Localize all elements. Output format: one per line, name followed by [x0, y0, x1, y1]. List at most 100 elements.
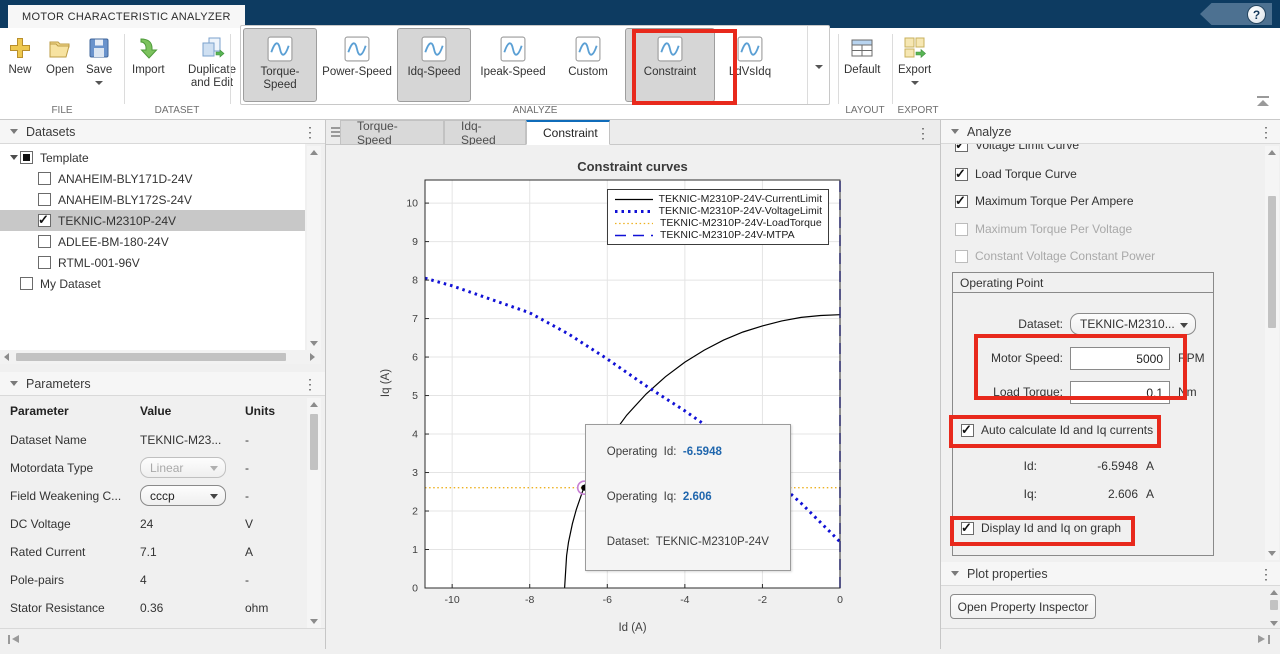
- tree-row[interactable]: My Dataset: [0, 273, 305, 294]
- tree-row[interactable]: ANAHEIM-BLY172S-24V: [0, 189, 305, 210]
- parameter-row: Pole-pairs 4 -: [0, 566, 305, 594]
- chevron-down-icon: [210, 466, 218, 471]
- gallery-button-power-speed[interactable]: Power-Speed: [321, 28, 393, 102]
- tree-row[interactable]: ANAHEIM-BLY171D-24V: [0, 168, 305, 189]
- open-button[interactable]: Open: [46, 34, 74, 77]
- collapse-right-icon[interactable]: [1258, 635, 1270, 644]
- parameters-table: Parameter Value Units Dataset Name TEKNI…: [0, 396, 305, 628]
- tree-row[interactable]: ADLEE-BM-180-24V: [0, 231, 305, 252]
- collapse-triangle-icon[interactable]: [10, 381, 18, 386]
- checkbox-icon[interactable]: [955, 250, 968, 263]
- chart-legend: TEKNIC-M2310P-24V-CurrentLimit TEKNIC-M2…: [607, 189, 829, 245]
- gallery-expand-button[interactable]: [807, 26, 829, 104]
- dataset-checkbox[interactable]: [38, 193, 51, 206]
- dataset-checkbox[interactable]: [38, 256, 51, 269]
- parameter-value: Linear: [140, 461, 226, 482]
- save-label: Save: [86, 64, 112, 77]
- new-button[interactable]: New: [8, 34, 32, 77]
- checkbox-icon[interactable]: [955, 168, 968, 181]
- parameter-units: V: [245, 517, 253, 531]
- import-button[interactable]: Import: [132, 34, 165, 77]
- app-tab[interactable]: MOTOR CHARACTERISTIC ANALYZER: [8, 5, 245, 28]
- y-tick-label: 3: [412, 467, 418, 479]
- expander-icon[interactable]: [10, 155, 18, 160]
- col-parameter: Parameter: [10, 404, 69, 418]
- analyze-checkbox-label: Maximum Torque Per Voltage: [975, 222, 1132, 236]
- dataset-checkbox[interactable]: [20, 151, 33, 164]
- dataset-checkbox[interactable]: [38, 172, 51, 185]
- plotprops-vscrollbar[interactable]: [1267, 588, 1280, 628]
- export-dropdown-caret[interactable]: [911, 81, 919, 85]
- plot-properties-kebab-icon[interactable]: ⋮: [1259, 565, 1273, 583]
- datasets-panel-header[interactable]: Datasets ⋮: [0, 120, 325, 144]
- dataset-checkbox[interactable]: [20, 277, 33, 290]
- analyze-checkbox[interactable]: Maximum Torque Per Ampere: [955, 193, 1134, 209]
- parameter-name: Field Weakening C...: [10, 489, 121, 503]
- datasets-kebab-icon[interactable]: ⋮: [303, 123, 317, 141]
- checkbox-icon[interactable]: [955, 223, 968, 236]
- analyze-checkbox[interactable]: Load Torque Curve: [955, 166, 1077, 182]
- analyze-vscrollbar[interactable]: [1265, 146, 1279, 560]
- parameter-row: DC Voltage 24 V: [0, 510, 305, 538]
- parameter-name: Stator Resistance: [10, 601, 105, 615]
- dataset-checkbox[interactable]: [38, 235, 51, 248]
- annotation-highlight-display-idiq: [950, 516, 1135, 546]
- gallery-button-torque-speed[interactable]: Torque-Speed: [243, 28, 317, 102]
- legend-row: TEKNIC-M2310P-24V-MTPA: [614, 229, 822, 241]
- parameters-panel-header[interactable]: Parameters ⋮: [0, 372, 325, 396]
- tree-hscrollbar[interactable]: [0, 350, 321, 364]
- y-tick-label: 0: [412, 583, 418, 595]
- document-tab-constraint[interactable]: Constraint: [526, 120, 610, 145]
- export-label: Export: [898, 64, 931, 77]
- plot-properties-header[interactable]: Plot properties ⋮: [941, 562, 1280, 586]
- chevron-down-icon: [1180, 323, 1188, 328]
- collapse-toolstrip-button[interactable]: [1254, 96, 1272, 110]
- checkbox-icon[interactable]: [955, 195, 968, 208]
- default-layout-button[interactable]: Default: [844, 34, 880, 77]
- document-tab-label: Constraint: [543, 126, 598, 140]
- legend-line-sample: [614, 220, 654, 227]
- collapse-triangle-icon[interactable]: [951, 571, 959, 576]
- parameter-value: cccp: [140, 489, 226, 510]
- parameters-kebab-icon[interactable]: ⋮: [303, 375, 317, 393]
- chart-title: Constraint curves: [425, 159, 840, 174]
- readout-row: Iq: 2.606 A: [953, 487, 1213, 503]
- readout-value: -6.5948: [1043, 459, 1138, 473]
- chart-ylabel: Iq (A): [380, 353, 392, 413]
- tabbar-kebab-icon[interactable]: ⋮: [916, 124, 930, 142]
- operating-point-datatip[interactable]: Operating Id: -6.5948 Operating Iq: 2.60…: [585, 424, 791, 571]
- collapse-left-icon[interactable]: [8, 635, 20, 644]
- collapse-triangle-icon[interactable]: [951, 129, 959, 134]
- analyze-kebab-icon[interactable]: ⋮: [1259, 123, 1273, 141]
- document-tab-label: Torque-Speed: [357, 119, 427, 147]
- params-vscrollbar[interactable]: [307, 398, 321, 628]
- save-button[interactable]: Save: [86, 34, 112, 85]
- document-tab-bar: Torque-Speed Idq-Speed Constraint ⋮: [326, 120, 940, 145]
- gallery-button-ipeak-speed[interactable]: Ipeak-Speed: [475, 28, 551, 102]
- open-property-inspector-button[interactable]: Open Property Inspector: [950, 594, 1096, 619]
- help-button[interactable]: ?: [1247, 5, 1266, 24]
- y-tick-label: 5: [412, 390, 418, 402]
- analyze-panel-header[interactable]: Analyze ⋮: [941, 120, 1280, 144]
- param-dropdown-cccp[interactable]: cccp: [140, 485, 226, 506]
- analyze-checkbox-label: Constant Voltage Constant Power: [975, 249, 1155, 263]
- gallery-button-custom[interactable]: Custom: [555, 28, 621, 102]
- plot-icon: [421, 36, 447, 62]
- document-tab-torque-speed[interactable]: Torque-Speed: [340, 120, 444, 145]
- dataset-dropdown[interactable]: TEKNIC-M2310...: [1070, 313, 1196, 335]
- save-dropdown-caret[interactable]: [95, 81, 103, 85]
- gallery-button-idq-speed[interactable]: Idq-Speed: [397, 28, 471, 102]
- operating-point-group: Operating Point Dataset: TEKNIC-M2310...…: [952, 272, 1214, 556]
- dataset-checkbox[interactable]: [38, 214, 51, 227]
- tree-row[interactable]: Template: [0, 147, 305, 168]
- tree-row[interactable]: TEKNIC-M2310P-24V: [0, 210, 305, 231]
- left-bottom-strip: [0, 628, 325, 649]
- tree-row[interactable]: RTML-001-96V: [0, 252, 305, 273]
- parameter-row: Motordata Type Linear -: [0, 454, 305, 482]
- collapse-triangle-icon[interactable]: [10, 129, 18, 134]
- tree-vscrollbar[interactable]: [307, 146, 321, 350]
- export-button[interactable]: Export: [898, 34, 931, 85]
- parameter-name: Rated Current: [10, 545, 85, 559]
- duplicate-and-edit-button[interactable]: Duplicate and Edit: [176, 34, 248, 90]
- document-tab-idq-speed[interactable]: Idq-Speed: [444, 120, 526, 145]
